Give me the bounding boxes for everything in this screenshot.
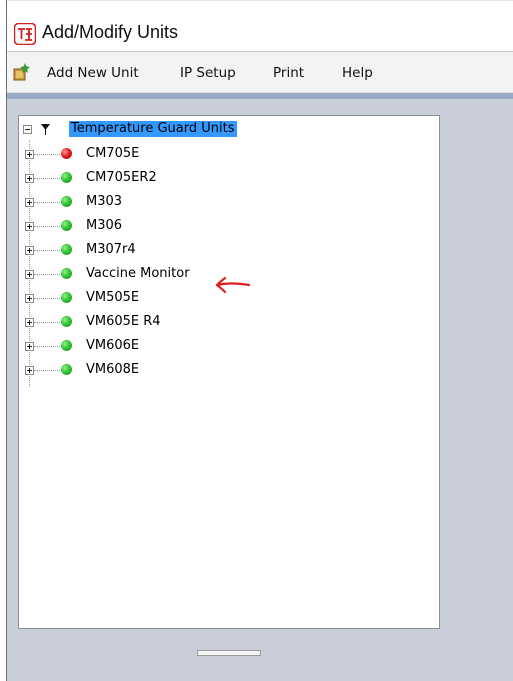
tree-node-cm705e[interactable]: CM705E xyxy=(19,144,419,164)
tree-node-label[interactable]: CM705ER2 xyxy=(86,169,157,187)
tree-node-m306[interactable]: M306 xyxy=(19,216,419,236)
expand-icon[interactable] xyxy=(25,246,34,255)
status-green-icon xyxy=(61,268,72,279)
collapse-icon[interactable] xyxy=(23,125,32,134)
tree-node-vm608e[interactable]: VM608E xyxy=(19,360,419,380)
menu-help[interactable]: Help xyxy=(342,62,373,84)
expand-icon[interactable] xyxy=(25,174,34,183)
menu-bar: Add New Unit IP Setup Print Help xyxy=(7,52,513,93)
expand-icon[interactable] xyxy=(25,270,34,279)
tree-node-label[interactable]: VM605E R4 xyxy=(86,313,161,331)
tree-node-label[interactable]: VM608E xyxy=(86,361,139,379)
expand-icon[interactable] xyxy=(25,198,34,207)
tree-node-label[interactable]: VM505E xyxy=(86,289,139,307)
status-green-icon xyxy=(61,244,72,255)
red-annotation-arrow-icon xyxy=(215,276,251,294)
toolbar-separator xyxy=(7,93,513,99)
expand-icon[interactable] xyxy=(25,366,34,375)
add-unit-icon[interactable] xyxy=(11,62,31,82)
title-bar: Add/Modify Units xyxy=(7,0,513,51)
menu-ip-setup[interactable]: IP Setup xyxy=(180,62,236,84)
status-green-icon xyxy=(61,196,72,207)
tree-root-row[interactable]: Temperature Guard Units xyxy=(19,120,279,138)
status-green-icon xyxy=(61,364,72,375)
tree-node-label[interactable]: M303 xyxy=(86,193,122,211)
tree-node-label[interactable]: Vaccine Monitor xyxy=(86,265,190,283)
status-green-icon xyxy=(61,172,72,183)
menu-add-new-unit[interactable]: Add New Unit xyxy=(47,62,139,84)
pin-icon xyxy=(41,124,50,135)
expand-icon[interactable] xyxy=(25,222,34,231)
tree-node-label[interactable]: CM705E xyxy=(86,145,139,163)
expand-icon[interactable] xyxy=(25,150,34,159)
tree-node-vm605e-r4[interactable]: VM605E R4 xyxy=(19,312,419,332)
status-green-icon xyxy=(61,292,72,303)
status-green-icon xyxy=(61,316,72,327)
add-modify-units-window: Add/Modify Units Add New Unit IP Setup P… xyxy=(6,0,513,681)
tree-node-label[interactable]: M306 xyxy=(86,217,122,235)
menu-print[interactable]: Print xyxy=(273,62,304,84)
tree-node-label[interactable]: M307r4 xyxy=(86,241,136,259)
tree-node-m307r4[interactable]: M307r4 xyxy=(19,240,419,260)
window-title: Add/Modify Units xyxy=(42,22,179,42)
tree-root-label[interactable]: Temperature Guard Units xyxy=(69,121,237,137)
status-red-icon xyxy=(61,148,72,159)
resize-handle[interactable] xyxy=(197,650,261,656)
status-green-icon xyxy=(61,340,72,351)
status-green-icon xyxy=(61,220,72,231)
units-tree-view[interactable]: Temperature Guard Units CM705E CM705ER2 … xyxy=(18,115,440,629)
expand-icon[interactable] xyxy=(25,318,34,327)
expand-icon[interactable] xyxy=(25,294,34,303)
tree-node-m303[interactable]: M303 xyxy=(19,192,419,212)
tree-node-vm606e[interactable]: VM606E xyxy=(19,336,419,356)
expand-icon[interactable] xyxy=(25,342,34,351)
app-logo-icon xyxy=(14,23,36,45)
tree-node-label[interactable]: VM606E xyxy=(86,337,139,355)
tree-node-cm705er2[interactable]: CM705ER2 xyxy=(19,168,419,188)
